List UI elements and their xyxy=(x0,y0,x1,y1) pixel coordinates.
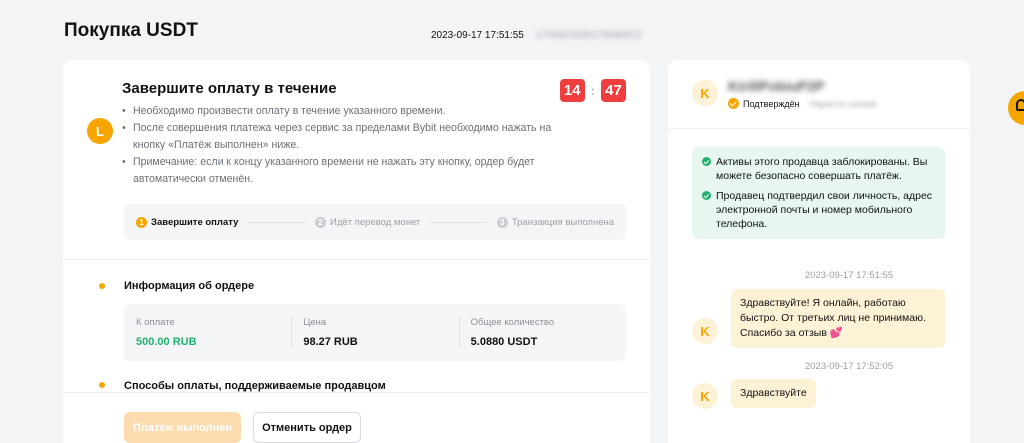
seller-chat-card: K KirillPobiuP2P Подтверждён Наристи сал… xyxy=(668,60,970,443)
step-label: Завершите оплату xyxy=(151,216,239,228)
seller-name[interactable]: KirillPobiuP2P xyxy=(728,78,824,94)
payment-methods-title: Способы оплаты, поддерживаемые продавцом xyxy=(124,380,386,392)
seller-verification: Подтверждён Наристи салаев xyxy=(728,98,877,109)
order-col-quantity: Общее количество 5.0880 USDT xyxy=(458,304,626,361)
step-connector xyxy=(248,221,306,223)
seller-avatar[interactable]: K xyxy=(692,80,718,106)
timer-seconds: 47 xyxy=(601,79,626,102)
message-time: 2023-09-17 17:51:55 xyxy=(804,270,894,281)
payment-card: L Завершите оплату в течение 14 : 47 Нео… xyxy=(63,60,650,443)
message-bubble: Здравствуйте! Я онлайн, работаю быстро. … xyxy=(731,289,945,348)
seller-divider xyxy=(668,128,970,129)
step-number: 1 xyxy=(136,216,147,228)
message-avatar: K xyxy=(692,318,718,344)
order-label: К оплате xyxy=(136,317,175,328)
rule-item: Необходимо произвести оплату в течение у… xyxy=(122,103,577,120)
section-divider xyxy=(63,259,650,260)
countdown-timer: 14 : 47 xyxy=(559,79,626,102)
notice-item: Продавец подтвердил свои личность, адрес… xyxy=(702,189,935,231)
rule-item: Примечание: если к концу указанного врем… xyxy=(122,154,577,188)
order-price-value: 98.27 RUB xyxy=(303,336,358,348)
payment-methods-dot xyxy=(99,382,105,388)
rule-item: После совершения платежа через сервис за… xyxy=(122,120,577,154)
verified-badge-icon xyxy=(728,98,739,109)
action-footer: Платёж выполнен Отменить ордер xyxy=(63,392,650,443)
check-circle-icon xyxy=(702,191,711,200)
step-transfer: 2 Идёт перевод монет xyxy=(315,216,421,228)
notification-button[interactable] xyxy=(1008,91,1024,125)
payment-avatar: L xyxy=(87,118,113,144)
order-amount-value: 500.00 RUB xyxy=(136,336,197,348)
payment-rules: Необходимо произвести оплату в течение у… xyxy=(122,103,577,188)
order-col-price: Цена 98.27 RUB xyxy=(291,304,458,361)
order-col-amount: К оплате 500.00 RUB xyxy=(124,304,291,361)
order-label: Общее количество xyxy=(470,317,555,328)
order-info-title: Информация об ордере xyxy=(124,280,255,292)
step-number: 3 xyxy=(496,216,508,228)
order-info-box: К оплате 500.00 RUB Цена 98.27 RUB Общее… xyxy=(124,304,626,361)
message-avatar: K xyxy=(692,383,718,409)
step-connector xyxy=(430,221,487,223)
order-quantity-value: 5.0880 USDT xyxy=(470,336,538,348)
step-done: 3 Транзакция выполнена xyxy=(496,216,615,228)
order-timestamp: 2023-09-17 17:51:55 xyxy=(431,30,524,41)
message-bubble: Здравствуйте xyxy=(731,379,816,408)
message-time: 2023-09-17 17:52:05 xyxy=(804,361,894,372)
payment-title: Завершите оплату в течение xyxy=(122,80,337,97)
order-info-dot xyxy=(99,283,105,289)
header-meta: 2023-09-17 17:51:55 1703421525175090912 xyxy=(431,30,642,41)
step-complete-payment: 1 Завершите оплату xyxy=(136,216,239,228)
verified-extra: Наристи салаев xyxy=(809,98,877,109)
notice-item: Активы этого продавца заблокированы. Вы … xyxy=(702,155,935,183)
timer-minutes: 14 xyxy=(559,79,585,102)
cancel-order-button[interactable]: Отменить ордер xyxy=(253,412,361,443)
progress-steps: 1 Завершите оплату 2 Идёт перевод монет … xyxy=(124,204,626,240)
payment-done-button[interactable]: Платёж выполнен xyxy=(124,412,241,443)
step-number: 2 xyxy=(315,216,327,228)
verified-label: Подтверждён xyxy=(743,98,800,109)
timer-separator: : xyxy=(590,83,595,98)
check-circle-icon xyxy=(702,157,711,166)
page-title: Покупка USDT xyxy=(64,20,198,41)
bell-icon xyxy=(1016,99,1024,111)
order-label: Цена xyxy=(303,317,327,328)
seller-notice: Активы этого продавца заблокированы. Вы … xyxy=(692,147,945,239)
step-label: Идёт перевод монет xyxy=(330,216,421,228)
order-id[interactable]: 1703421525175090912 xyxy=(536,30,642,41)
step-label: Транзакция выполнена xyxy=(511,216,615,228)
